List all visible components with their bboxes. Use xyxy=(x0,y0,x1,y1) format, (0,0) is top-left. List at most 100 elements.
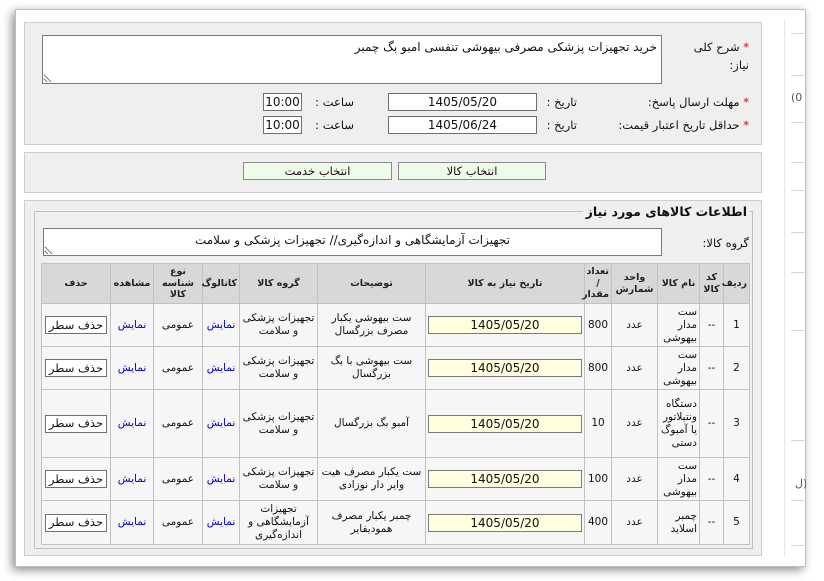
need-date-cell xyxy=(425,303,585,347)
table-row: 2 -- ست مدار بیهوشی عدد 800 ست بیهوشی با… xyxy=(41,346,750,390)
price-validity-time-label: ساعت : xyxy=(315,118,354,132)
select-goods-button[interactable]: انتخاب کالا xyxy=(398,162,546,180)
need-date-field[interactable] xyxy=(428,470,582,488)
view-link[interactable]: نمایش xyxy=(118,473,147,485)
view-cell: نمایش xyxy=(110,389,154,458)
need-date-field[interactable] xyxy=(428,316,582,334)
table-header-row: ردیف کد کالا نام کالا واحد شمارش تعداد /… xyxy=(41,263,750,304)
item-group: تجهیزات پزشکی و سلامت xyxy=(239,389,318,458)
delete-cell: حذف سطر xyxy=(41,389,111,458)
side-panel-divider xyxy=(791,500,806,501)
delete-row-button[interactable]: حذف سطر xyxy=(45,414,107,433)
column-header-unit: واحد شمارش xyxy=(611,263,658,304)
view-link[interactable]: نمایش xyxy=(118,319,147,331)
item-id-type: عمومی xyxy=(153,457,203,501)
deadline-time-label: ساعت : xyxy=(315,95,354,109)
delete-cell: حذف سطر xyxy=(41,457,111,501)
item-id-type: عمومی xyxy=(153,389,203,458)
item-name: دستگاه ونتیلاتور یا آمبوگ دستی xyxy=(657,389,700,458)
need-date-field[interactable] xyxy=(428,513,582,532)
item-code: -- xyxy=(699,500,724,545)
item-unit: عدد xyxy=(611,346,658,390)
column-header-group: گروه کالا xyxy=(239,263,318,304)
goods-section-title: اطلاعات کالاهای مورد نیاز xyxy=(585,204,747,219)
price-validity-date-field[interactable] xyxy=(388,116,537,134)
price-validity-time-field[interactable] xyxy=(263,116,302,134)
view-link[interactable]: نمایش xyxy=(118,516,147,528)
description-label: * شرح کلی نیاز: xyxy=(677,38,749,74)
column-header-code: کد کالا xyxy=(699,263,724,304)
table-row: 3 -- دستگاه ونتیلاتور یا آمبوگ دستی عدد … xyxy=(41,389,750,458)
side-panel-divider xyxy=(791,75,806,76)
column-header-description: توضیحات xyxy=(317,263,426,304)
item-unit: عدد xyxy=(611,389,658,458)
need-date-field[interactable] xyxy=(428,414,582,433)
item-group: تجهیزات پزشکی و سلامت xyxy=(239,346,318,390)
delete-row-button[interactable]: حذف سطر xyxy=(45,513,107,532)
item-description: ست بیهوشی با بگ بزرگسال xyxy=(317,346,426,390)
item-quantity: 10 xyxy=(584,389,612,458)
goods-group-field[interactable]: تجهیزات آزمایشگاهی و اندازه‌گیری// تجهیز… xyxy=(43,228,662,256)
item-quantity: 800 xyxy=(584,346,612,390)
delete-row-button[interactable]: حذف سطر xyxy=(45,359,107,377)
catalog-link[interactable]: نمایش xyxy=(207,417,236,429)
item-unit: عدد xyxy=(611,303,658,347)
catalog-link[interactable]: نمایش xyxy=(207,473,236,485)
row-number: 1 xyxy=(723,303,750,347)
item-code: -- xyxy=(699,457,724,501)
need-date-field[interactable] xyxy=(428,359,582,377)
catalog-link[interactable]: نمایش xyxy=(207,516,236,528)
catalog-link[interactable]: نمایش xyxy=(207,319,236,331)
deadline-time-field[interactable] xyxy=(263,93,302,111)
deadline-label: * مهلت ارسال پاسخ: xyxy=(648,93,749,111)
goods-panel: اطلاعات کالاهای مورد نیاز گروه کالا: تجه… xyxy=(24,200,762,556)
view-link[interactable]: نمایش xyxy=(118,362,147,374)
actions-panel: انتخاب کالا انتخاب خدمت xyxy=(24,152,762,193)
table-row: 4 -- ست مدار بیهوشی عدد 100 ست یکبار مصر… xyxy=(41,457,750,501)
row-number: 3 xyxy=(723,389,750,458)
select-service-button[interactable]: انتخاب خدمت xyxy=(243,162,392,180)
item-code: -- xyxy=(699,389,724,458)
side-panel-divider xyxy=(791,440,806,441)
item-description: ست بیهوشی یکبار مصرف بزرگسال xyxy=(317,303,426,347)
view-cell: نمایش xyxy=(110,303,154,347)
side-panel-text: ل) xyxy=(795,477,806,490)
column-header-name: نام کالا xyxy=(657,263,700,304)
item-name: ست مدار بیهوشی xyxy=(657,346,700,390)
column-header-catalog: کاتالوگ xyxy=(202,263,240,304)
side-panel-divider xyxy=(791,232,806,233)
catalog-cell: نمایش xyxy=(202,346,240,390)
side-panel-divider xyxy=(791,545,806,546)
item-name: چمبر اسلاید xyxy=(657,500,700,545)
deadline-label-text: مهلت ارسال پاسخ: xyxy=(647,95,740,109)
delete-row-button[interactable]: حذف سطر xyxy=(45,316,107,334)
item-id-type: عمومی xyxy=(153,500,203,545)
catalog-link[interactable]: نمایش xyxy=(207,362,236,374)
item-code: -- xyxy=(699,303,724,347)
column-header-quantity: تعداد / مقدار xyxy=(582,263,612,304)
item-quantity: 800 xyxy=(584,303,612,347)
item-id-type: عمومی xyxy=(153,346,203,390)
deadline-date-field[interactable] xyxy=(388,93,537,111)
row-number: 4 xyxy=(723,457,750,501)
delete-cell: حذف سطر xyxy=(41,500,111,545)
side-panel-divider xyxy=(791,33,806,34)
item-quantity: 100 xyxy=(584,457,612,501)
description-field[interactable]: خرید تجهیزات پزشکی مصرفی بیهوشی تنفسی ام… xyxy=(42,35,662,84)
table-row: 5 -- چمبر اسلاید عدد 400 چمبر یکبار مصرف… xyxy=(41,500,750,545)
item-description: چمبر یکبار مصرف همودیفایر xyxy=(317,500,426,545)
item-code: -- xyxy=(699,346,724,390)
view-link[interactable]: نمایش xyxy=(118,417,147,429)
view-cell: نمایش xyxy=(110,346,154,390)
column-header-need-date: تاریخ نیاز به کالا xyxy=(425,263,585,304)
delete-row-button[interactable]: حذف سطر xyxy=(45,470,107,488)
table-row: 1 -- ست مدار بیهوشی عدد 800 ست بیهوشی یک… xyxy=(41,303,750,347)
catalog-cell: نمایش xyxy=(202,389,240,458)
required-mark: * xyxy=(743,118,749,132)
request-details-panel: * شرح کلی نیاز: خرید تجهیزات پزشکی مصرفی… xyxy=(24,22,762,145)
catalog-cell: نمایش xyxy=(202,500,240,545)
item-description: آمبو بگ بزرگسال xyxy=(317,389,426,458)
item-group: تجهیزات آزمایشگاهی و اندازه‌گیری xyxy=(239,500,318,545)
delete-cell: حذف سطر xyxy=(41,303,111,347)
side-panel-divider xyxy=(791,190,806,191)
